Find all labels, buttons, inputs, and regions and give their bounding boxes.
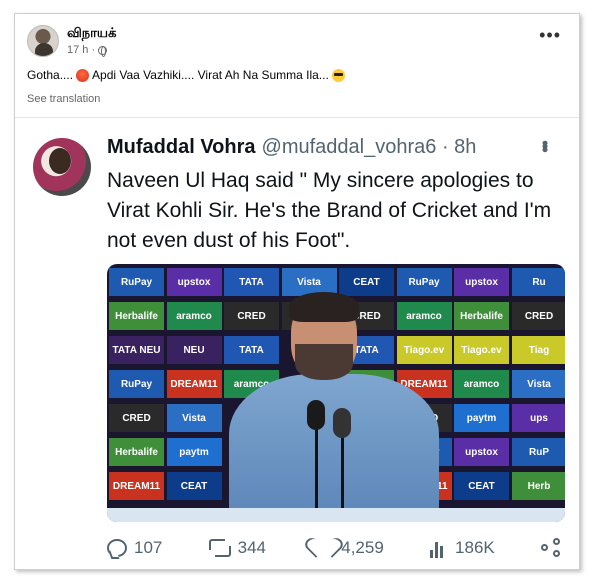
sponsor-tile: TATA NEU [109,336,164,364]
sponsor-tile: upstox [454,438,509,466]
post-text-part-1: Gotha.... [27,68,74,82]
share-icon [541,538,563,558]
sponsor-tile: Herb [511,472,565,500]
sponsor-tile: RuPay [109,370,164,398]
tweet-text: Naveen Ul Haq said " My sincere apologie… [107,169,552,252]
microphone-icon [333,408,351,438]
sponsor-tile: paytm [166,438,222,466]
facebook-post-card: விநாயக் 17 h · ••• Gotha.... Apdi Vaa Va… [14,13,580,570]
sponsor-tile: DREAM11 [166,370,222,398]
reply-count: 107 [134,538,163,557]
tweet-author-name: Mufaddal Vohra [107,136,256,158]
share-action[interactable] [541,538,563,558]
mic-stand [341,436,344,518]
sponsor-tile: Tiag [511,336,565,364]
sponsor-tile: upstox [166,268,222,296]
sponsor-tile: Tiago.ev [454,336,509,364]
sponsor-tile: Vista [511,370,565,398]
sponsor-tile: aramco [454,370,509,398]
tweet-header: Mufaddal Vohra @mufaddal_vohra6 · 8h [107,136,476,159]
post-text: Gotha.... Apdi Vaa Vazhiki.... Virat Ah … [27,68,348,82]
retweet-count: 344 [237,538,266,557]
like-count: 4,259 [341,538,384,557]
retweet-action[interactable]: 344 [208,538,266,558]
reply-action[interactable]: 107 [107,538,162,558]
sponsor-tile: Ru [511,268,565,296]
tweet-media-image: RuPay upstox TATA Vista CEAT RuPay upstox Ru Her… [107,264,565,522]
heart-icon [312,538,334,558]
sponsor-tile: CEAT [166,472,222,500]
sponsor-tile: paytm [454,404,509,432]
microphone-icon [307,400,325,430]
more-options-button[interactable]: ••• [539,26,561,44]
views-icon [430,538,448,558]
mic-stand [315,428,318,518]
reply-icon [107,539,127,557]
sponsor-tile: RuP [511,438,565,466]
post-meta: 17 h · [67,44,116,57]
tweet-action-bar: 107 344 4,259 186K [107,538,563,558]
author-avatar[interactable] [27,25,59,57]
sponsor-tile: RuPay [109,268,164,296]
tweet-screenshot[interactable]: Mufaddal Vohra @mufaddal_vohra6 · 8h •••… [15,117,579,569]
author-info: விநாயக் 17 h · [67,26,116,57]
player-shirt [229,374,439,522]
press-conference-person [229,292,439,522]
sponsor-tile: CEAT [454,472,509,500]
player-hair [289,292,359,322]
sponsor-tile: NEU [166,336,222,364]
sponsor-tile: CRED [511,302,565,330]
tweet-author-avatar [33,138,91,196]
like-action[interactable]: 4,259 [312,538,384,558]
views-action[interactable]: 186K [430,538,495,558]
retweet-icon [208,538,231,558]
angry-face-icon [76,68,90,82]
sponsor-tile: Vista [166,404,222,432]
tweet-more-icon: ••• [535,140,555,150]
sponsor-tile: upstox [454,268,509,296]
press-desk [107,508,565,522]
tweet-author-handle: @mufaddal_vohra6 · 8h [261,136,477,158]
sponsor-tile: Herbalife [109,438,164,466]
views-count: 186K [455,538,495,557]
sponsor-tile: aramco [166,302,222,330]
sponsor-tile: CRED [109,404,164,432]
player-beard [295,344,353,380]
sponsor-tile: DREAM11 [109,472,164,500]
sponsor-tile: ups [511,404,565,432]
globe-icon [98,45,108,57]
sponsor-tile: Herbalife [109,302,164,330]
post-header: விநாயக் 17 h · [27,24,116,58]
post-text-part-2: Apdi Vaa Vazhiki.... Virat Ah Na Summa I… [92,68,329,82]
smiling-face-with-sunglasses-icon [331,68,345,82]
see-translation-link[interactable]: See translation [27,93,100,105]
sponsor-tile: Herbalife [454,302,509,330]
author-name[interactable]: விநாயக் [67,26,116,42]
post-timestamp[interactable]: 17 h · [67,44,95,56]
